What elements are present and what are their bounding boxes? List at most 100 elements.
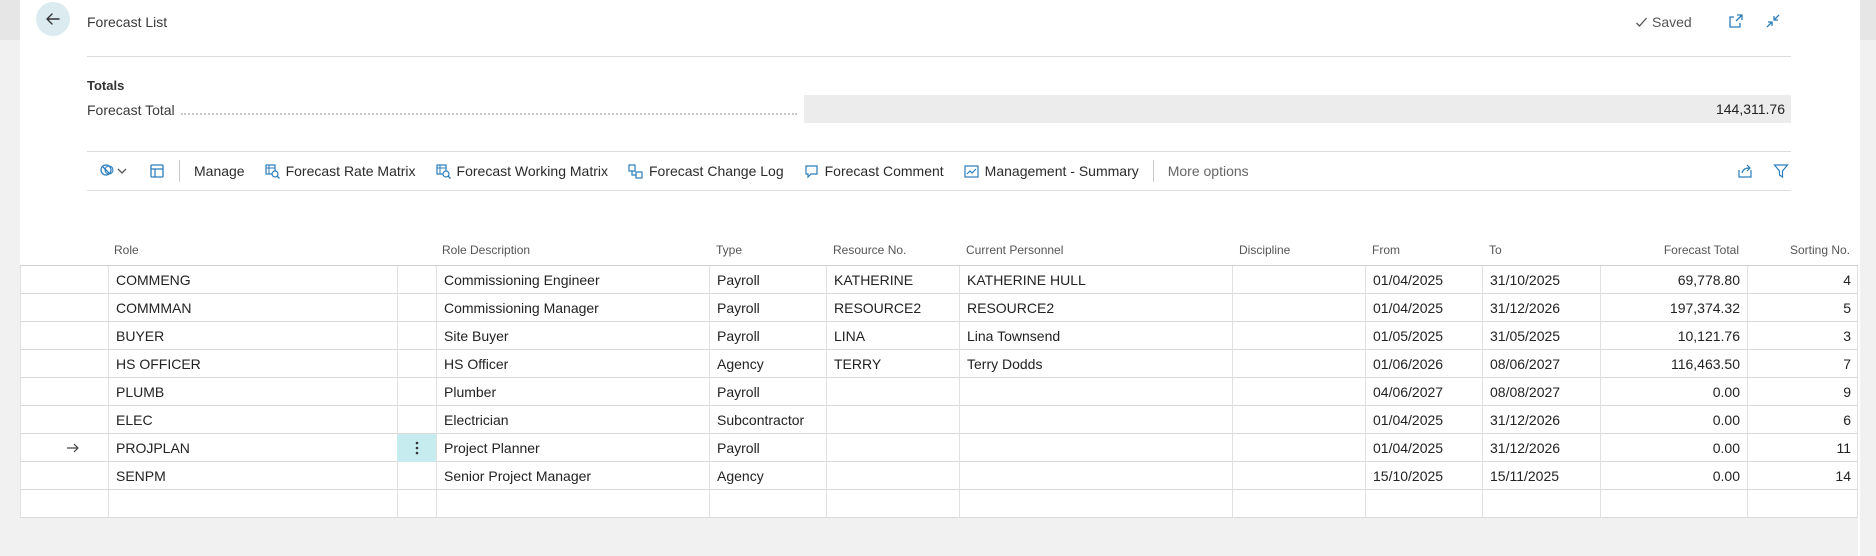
cell-to[interactable]: 31/10/2025 bbox=[1482, 266, 1600, 294]
cell-type[interactable]: Payroll bbox=[709, 434, 826, 462]
cell-discipline[interactable] bbox=[1232, 266, 1365, 294]
cell-discipline[interactable] bbox=[1232, 378, 1365, 406]
cell-discipline[interactable] bbox=[1232, 462, 1365, 490]
column-header-type[interactable]: Type bbox=[716, 240, 742, 266]
cell-current-personnel[interactable]: Terry Dodds bbox=[959, 350, 1232, 378]
share-button[interactable] bbox=[1727, 152, 1763, 190]
cell-from[interactable]: 15/10/2025 bbox=[1365, 462, 1482, 490]
cell-resource-no[interactable] bbox=[826, 378, 959, 406]
cell-role-description[interactable]: Site Buyer bbox=[436, 322, 709, 350]
cell-from[interactable]: 01/04/2025 bbox=[1365, 266, 1482, 294]
cell-current-personnel[interactable]: RESOURCE2 bbox=[959, 294, 1232, 322]
cell-from[interactable]: 01/05/2025 bbox=[1365, 322, 1482, 350]
cell-sorting-no[interactable]: 9 bbox=[1747, 378, 1858, 406]
cell-resource-no[interactable] bbox=[826, 406, 959, 434]
cell-to[interactable]: 08/06/2027 bbox=[1482, 350, 1600, 378]
forecast-change-log-button[interactable]: Forecast Change Log bbox=[618, 152, 794, 190]
cell-type[interactable]: Payroll bbox=[709, 266, 826, 294]
table-row[interactable]: PROJPLAN Project Planner Payroll 01/04/2025… bbox=[20, 434, 1858, 462]
cell-forecast-total[interactable]: 10,121.76 bbox=[1600, 322, 1747, 350]
cell-from[interactable]: 04/06/2027 bbox=[1365, 378, 1482, 406]
cell-forecast-total[interactable]: 69,778.80 bbox=[1600, 266, 1747, 294]
cell-type[interactable]: Subcontractor bbox=[709, 406, 826, 434]
cell-role[interactable]: PLUMB bbox=[108, 378, 397, 406]
cell-forecast-total[interactable] bbox=[1600, 490, 1747, 518]
column-header-resource-no[interactable]: Resource No. bbox=[833, 240, 906, 266]
open-new-window-button[interactable] bbox=[1725, 10, 1747, 32]
cell-current-personnel[interactable] bbox=[959, 434, 1232, 462]
cell-sorting-no[interactable]: 4 bbox=[1747, 266, 1858, 294]
cell-discipline[interactable] bbox=[1232, 350, 1365, 378]
cell-resource-no[interactable]: LINA bbox=[826, 322, 959, 350]
cell-type[interactable]: Agency bbox=[709, 350, 826, 378]
table-row[interactable]: BUYER Site Buyer Payroll LINA Lina Townsend 0… bbox=[20, 322, 1858, 350]
filter-pane-toggle[interactable] bbox=[87, 152, 139, 190]
column-header-role-description[interactable]: Role Description bbox=[442, 240, 530, 266]
back-button[interactable] bbox=[36, 2, 70, 36]
column-header-role[interactable]: Role bbox=[114, 240, 139, 266]
column-header-forecast-total[interactable]: Forecast Total bbox=[1600, 240, 1746, 266]
cell-from[interactable]: 01/04/2025 bbox=[1365, 294, 1482, 322]
column-header-from[interactable]: From bbox=[1372, 240, 1400, 266]
cell-to[interactable]: 31/12/2026 bbox=[1482, 294, 1600, 322]
cell-sorting-no[interactable]: 7 bbox=[1747, 350, 1858, 378]
cell-from[interactable]: 01/06/2026 bbox=[1365, 350, 1482, 378]
cell-to[interactable]: 31/12/2026 bbox=[1482, 434, 1600, 462]
cell-discipline[interactable] bbox=[1232, 294, 1365, 322]
cell-current-personnel[interactable]: KATHERINE HULL bbox=[959, 266, 1232, 294]
column-header-sorting-no[interactable]: Sorting No. bbox=[1747, 240, 1857, 266]
cell-role-description[interactable]: HS Officer bbox=[436, 350, 709, 378]
cell-role-description[interactable]: Electrician bbox=[436, 406, 709, 434]
more-options-button[interactable]: More options bbox=[1158, 152, 1259, 190]
cell-role-description[interactable]: Commissioning Engineer bbox=[436, 266, 709, 294]
cell-role[interactable]: COMMMAN bbox=[108, 294, 397, 322]
cell-sorting-no[interactable]: 6 bbox=[1747, 406, 1858, 434]
cell-role[interactable] bbox=[108, 490, 397, 518]
collapse-button[interactable] bbox=[1762, 10, 1784, 32]
cell-resource-no[interactable]: KATHERINE bbox=[826, 266, 959, 294]
cell-type[interactable] bbox=[709, 490, 826, 518]
cell-discipline[interactable] bbox=[1232, 322, 1365, 350]
cell-to[interactable] bbox=[1482, 490, 1600, 518]
table-row[interactable]: PLUMB Plumber Payroll 04/06/2027 08/08/2027 0… bbox=[20, 378, 1858, 406]
table-row[interactable] bbox=[20, 490, 1858, 518]
cell-forecast-total[interactable]: 197,374.32 bbox=[1600, 294, 1747, 322]
cell-forecast-total[interactable]: 0.00 bbox=[1600, 378, 1747, 406]
table-row[interactable]: COMMENG Commissioning Engineer Payroll KATH… bbox=[20, 266, 1858, 294]
cell-current-personnel[interactable] bbox=[959, 378, 1232, 406]
cell-sorting-no[interactable]: 5 bbox=[1747, 294, 1858, 322]
forecast-working-matrix-button[interactable]: Forecast Working Matrix bbox=[426, 152, 618, 190]
row-actions-button[interactable] bbox=[397, 434, 436, 462]
cell-from[interactable]: 01/04/2025 bbox=[1365, 434, 1482, 462]
forecast-comment-button[interactable]: Forecast Comment bbox=[794, 152, 954, 190]
cell-to[interactable]: 15/11/2025 bbox=[1482, 462, 1600, 490]
cell-role[interactable]: HS OFFICER bbox=[108, 350, 397, 378]
cell-sorting-no[interactable]: 3 bbox=[1747, 322, 1858, 350]
cell-role[interactable]: COMMENG bbox=[108, 266, 397, 294]
cell-current-personnel[interactable] bbox=[959, 490, 1232, 518]
cell-resource-no[interactable] bbox=[826, 434, 959, 462]
table-row[interactable]: HS OFFICER HS Officer Agency TERRY Terry Dod… bbox=[20, 350, 1858, 378]
cell-discipline[interactable] bbox=[1232, 490, 1365, 518]
cell-type[interactable]: Payroll bbox=[709, 294, 826, 322]
column-header-current-personnel[interactable]: Current Personnel bbox=[966, 240, 1063, 266]
cell-discipline[interactable] bbox=[1232, 434, 1365, 462]
cell-forecast-total[interactable]: 0.00 bbox=[1600, 434, 1747, 462]
cell-role-description[interactable] bbox=[436, 490, 709, 518]
cell-resource-no[interactable]: RESOURCE2 bbox=[826, 294, 959, 322]
cell-resource-no[interactable] bbox=[826, 462, 959, 490]
column-header-to[interactable]: To bbox=[1489, 240, 1502, 266]
manage-button[interactable]: Manage bbox=[184, 152, 255, 190]
table-row[interactable]: COMMMAN Commissioning Manager Payroll RESOU… bbox=[20, 294, 1858, 322]
cell-forecast-total[interactable]: 116,463.50 bbox=[1600, 350, 1747, 378]
cell-sorting-no[interactable]: 11 bbox=[1747, 434, 1858, 462]
cell-role[interactable]: PROJPLAN bbox=[108, 434, 397, 462]
cell-sorting-no[interactable]: 14 bbox=[1747, 462, 1858, 490]
cell-from[interactable] bbox=[1365, 490, 1482, 518]
forecast-rate-matrix-button[interactable]: Forecast Rate Matrix bbox=[255, 152, 426, 190]
filter-button[interactable] bbox=[1763, 152, 1791, 190]
cell-role-description[interactable]: Commissioning Manager bbox=[436, 294, 709, 322]
cell-discipline[interactable] bbox=[1232, 406, 1365, 434]
cell-type[interactable]: Payroll bbox=[709, 378, 826, 406]
cell-from[interactable]: 01/04/2025 bbox=[1365, 406, 1482, 434]
